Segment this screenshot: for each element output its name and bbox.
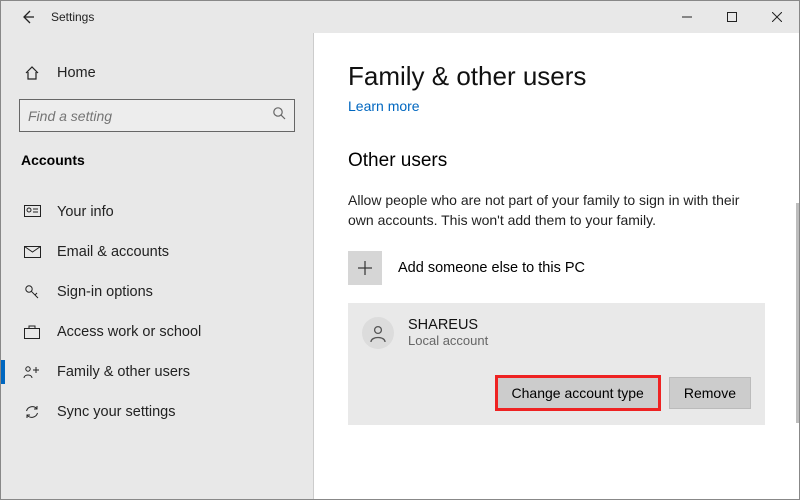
- search-input[interactable]: [28, 108, 272, 124]
- section-accounts: Accounts: [1, 144, 313, 182]
- add-user-button[interactable]: Add someone else to this PC: [348, 251, 769, 285]
- remove-button[interactable]: Remove: [669, 377, 751, 409]
- main-panel: Family & other users Learn more Other us…: [314, 33, 799, 499]
- search-icon: [272, 106, 286, 125]
- user-name: SHAREUS: [408, 317, 488, 333]
- sidebar: Home Accounts Your info: [1, 33, 313, 499]
- add-user-label: Add someone else to this PC: [398, 260, 585, 276]
- sidebar-item-label: Sync your settings: [57, 404, 175, 420]
- other-users-description: Allow people who are not part of your fa…: [348, 190, 748, 231]
- search-wrap: [1, 91, 313, 144]
- change-account-type-button[interactable]: Change account type: [497, 377, 659, 409]
- sidebar-item-label: Your info: [57, 204, 114, 220]
- scrollbar[interactable]: [796, 203, 799, 423]
- sync-icon: [23, 403, 41, 421]
- key-icon: [23, 283, 41, 301]
- window-controls: [664, 1, 799, 33]
- sidebar-item-sync-settings[interactable]: Sync your settings: [1, 392, 313, 432]
- search-box[interactable]: [19, 99, 295, 132]
- other-users-heading: Other users: [348, 150, 769, 172]
- user-actions: Change account type Remove: [362, 377, 751, 409]
- settings-window: Settings Home: [0, 0, 800, 500]
- maximize-button[interactable]: [709, 1, 754, 33]
- home-nav[interactable]: Home: [1, 55, 313, 91]
- content: Home Accounts Your info: [1, 33, 799, 499]
- home-icon: [23, 64, 41, 82]
- user-type: Local account: [408, 333, 488, 348]
- people-plus-icon: [23, 363, 41, 381]
- sidebar-item-label: Sign-in options: [57, 284, 153, 300]
- minimize-button[interactable]: [664, 1, 709, 33]
- sidebar-item-your-info[interactable]: Your info: [1, 192, 313, 232]
- sidebar-item-label: Access work or school: [57, 324, 201, 340]
- learn-more-link[interactable]: Learn more: [348, 98, 420, 114]
- sidebar-item-signin-options[interactable]: Sign-in options: [1, 272, 313, 312]
- sidebar-item-label: Email & accounts: [57, 244, 169, 260]
- sidebar-item-family-other-users[interactable]: Family & other users: [1, 352, 313, 392]
- back-icon[interactable]: [19, 8, 37, 26]
- home-label: Home: [57, 65, 96, 81]
- user-row[interactable]: SHAREUS Local account: [362, 317, 751, 349]
- sidebar-item-access-work-school[interactable]: Access work or school: [1, 312, 313, 352]
- close-button[interactable]: [754, 1, 799, 33]
- titlebar-left: Settings: [1, 8, 94, 26]
- person-card-icon: [23, 203, 41, 221]
- briefcase-icon: [23, 323, 41, 341]
- user-card: SHAREUS Local account Change account typ…: [348, 303, 765, 425]
- user-info: SHAREUS Local account: [408, 317, 488, 348]
- mail-icon: [23, 243, 41, 261]
- titlebar: Settings: [1, 1, 799, 33]
- avatar-icon: [362, 317, 394, 349]
- sidebar-item-label: Family & other users: [57, 364, 190, 380]
- page-title: Family & other users: [348, 61, 769, 92]
- window-title: Settings: [51, 10, 94, 24]
- sidebar-item-email-accounts[interactable]: Email & accounts: [1, 232, 313, 272]
- plus-icon: [348, 251, 382, 285]
